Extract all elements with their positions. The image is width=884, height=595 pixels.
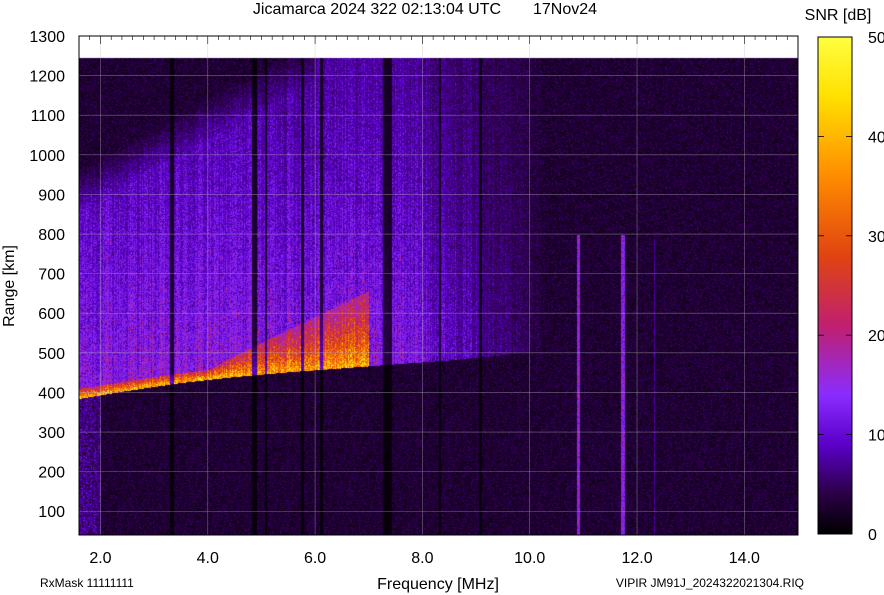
colorbar-label: SNR [dB]	[805, 7, 872, 24]
x-tick-label: 12.0	[621, 550, 652, 567]
colorbar-tick-label: 10	[868, 428, 884, 445]
colorbar-tick-label: 50	[868, 30, 884, 47]
y-tick-label: 1200	[29, 69, 65, 86]
chart-date: 17Nov24	[533, 1, 597, 18]
y-tick-labels: 100 200 300 400 500 600 700 800 900 1000 1100 1200 1…	[29, 29, 65, 521]
y-tick-label: 400	[38, 385, 65, 402]
y-tick-label: 100	[38, 504, 65, 521]
y-tick-label: 500	[38, 346, 65, 363]
y-tick-label: 700	[38, 267, 65, 284]
ionogram-chart: Jicamarca 2024 322 02:13:04 UTC 17Nov24 …	[1, 1, 884, 593]
colorbar-tick-label: 0	[868, 527, 877, 544]
y-tick-label: 1000	[29, 148, 65, 165]
y-tick-label: 800	[38, 227, 65, 244]
colorbar	[817, 36, 853, 535]
y-tick-label: 900	[38, 187, 65, 204]
y-tick-label: 1100	[31, 108, 66, 125]
colorbar-tick-label: 20	[868, 328, 884, 345]
colorbar-tick-label: 30	[868, 229, 884, 246]
file-label: VIPIR JM91J_2024322021304.RIQ	[616, 576, 804, 590]
x-tick-label: 8.0	[411, 550, 433, 567]
y-tick-label: 600	[38, 306, 65, 323]
heatmap-image	[79, 36, 798, 535]
y-axis-label: Range [km]	[1, 245, 18, 327]
chart-title: Jicamarca 2024 322 02:13:04 UTC	[253, 1, 501, 18]
y-tick-label: 1300	[29, 29, 65, 46]
y-tick-label: 200	[38, 465, 65, 482]
rx-mask-label: RxMask 11111111	[40, 576, 134, 590]
x-tick-label: 4.0	[197, 550, 219, 567]
colorbar-tick-label: 40	[868, 129, 884, 146]
x-tick-label: 2.0	[89, 550, 111, 567]
x-tick-labels: 2.0 4.0 6.0 8.0 10.0 12.0 14.0	[89, 550, 760, 567]
x-tick-label: 14.0	[729, 550, 760, 567]
x-axis-label: Frequency [MHz]	[377, 576, 499, 593]
y-tick-label: 300	[38, 425, 65, 442]
x-tick-label: 10.0	[514, 550, 545, 567]
x-tick-label: 6.0	[304, 550, 326, 567]
